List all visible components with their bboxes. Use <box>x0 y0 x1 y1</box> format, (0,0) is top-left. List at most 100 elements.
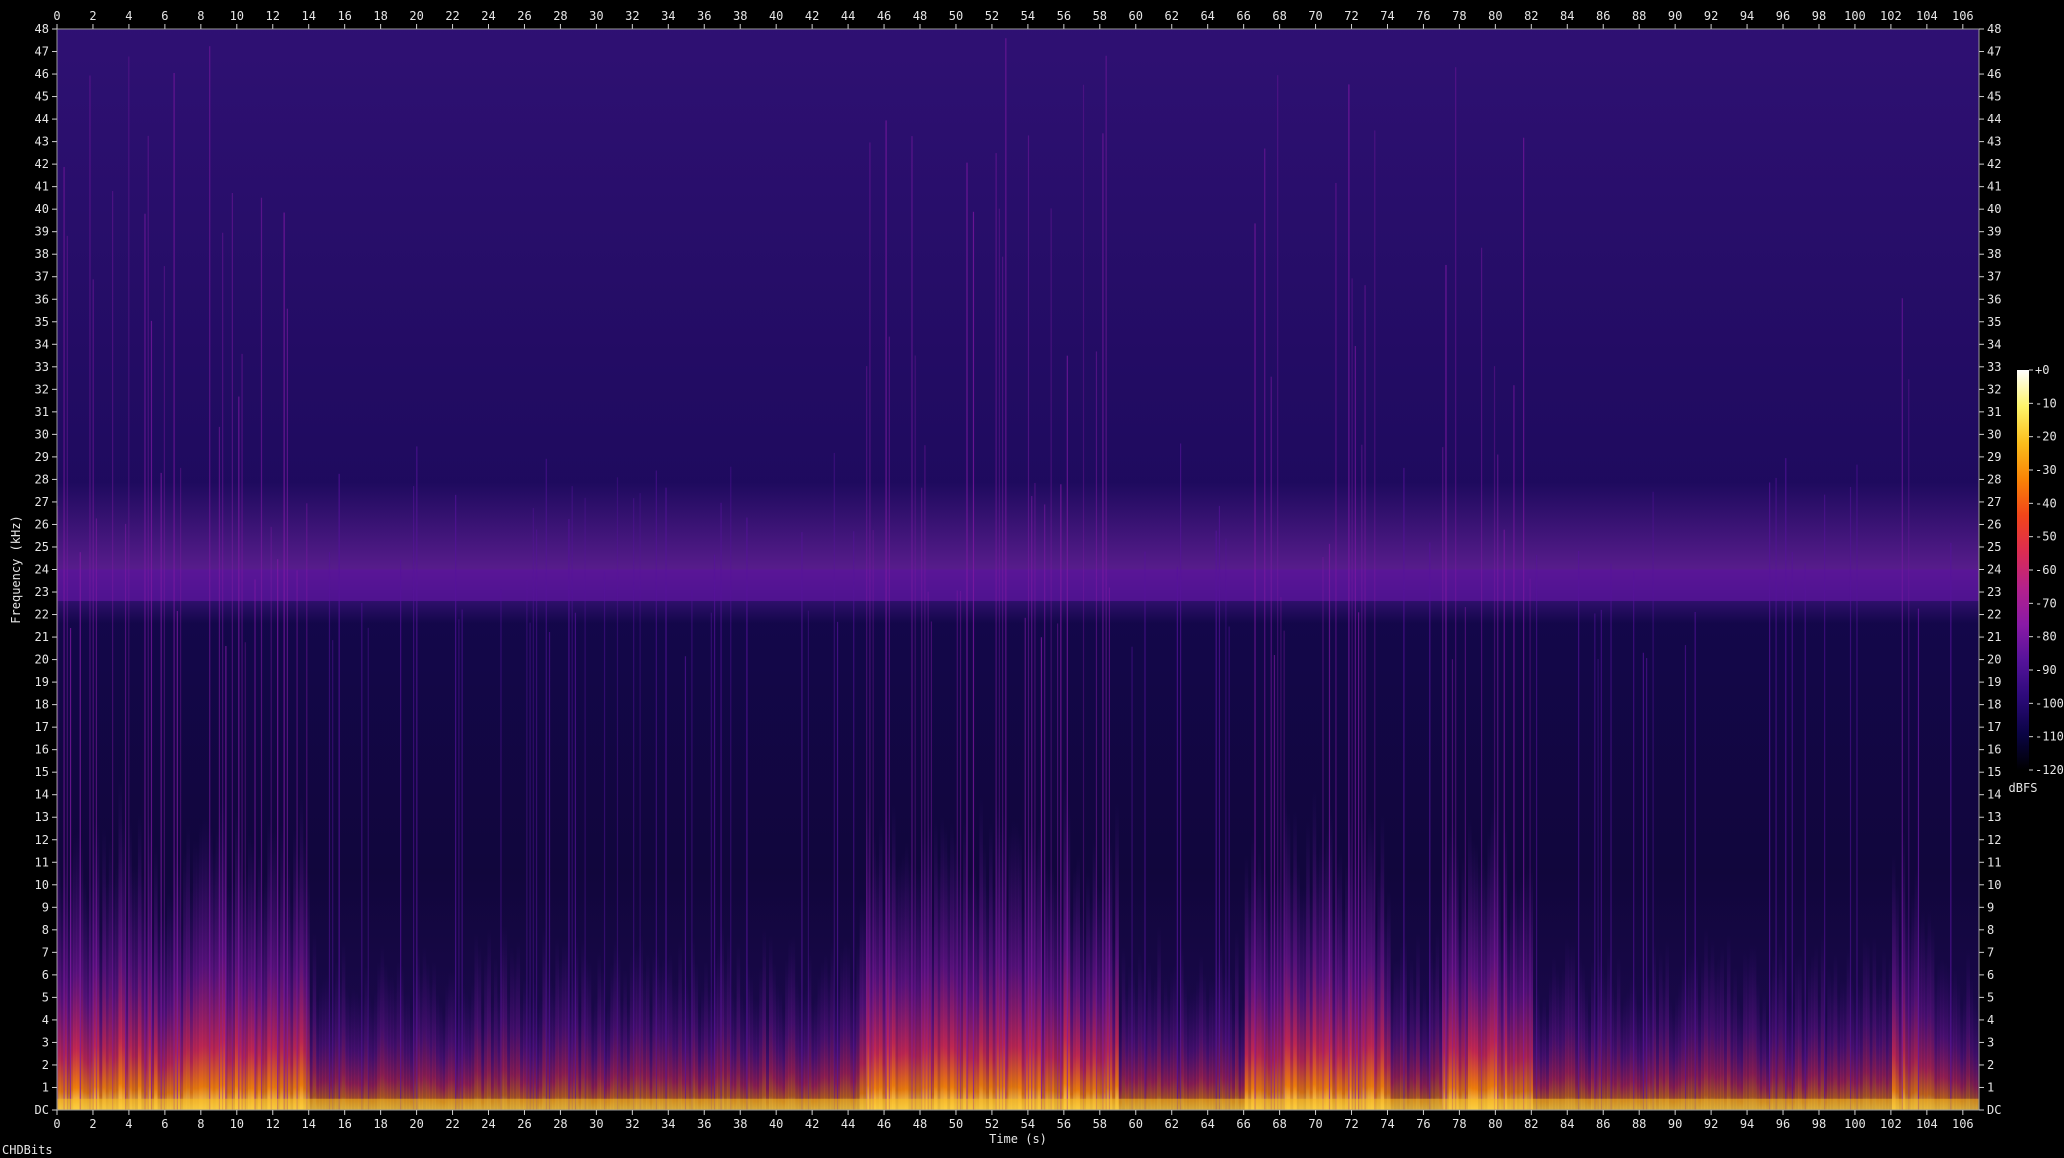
y-tick-label-left: 37 <box>35 270 49 284</box>
energy-column <box>992 885 996 1110</box>
energy-column <box>234 808 239 1110</box>
energy-column <box>1891 854 1896 1110</box>
x-tick-label-top: 34 <box>661 9 675 23</box>
energy-column <box>1409 958 1414 1110</box>
x-tick-label-top: 98 <box>1812 9 1826 23</box>
x-tick-label-bottom: 66 <box>1236 1117 1250 1131</box>
energy-column <box>768 935 773 1110</box>
energy-column <box>1150 984 1155 1110</box>
x-tick-label-bottom: 88 <box>1632 1117 1646 1131</box>
spectral-streak <box>128 56 130 1110</box>
energy-column <box>1021 907 1025 1110</box>
spectral-streak <box>332 640 334 1110</box>
energy-column <box>1658 950 1663 1110</box>
energy-column <box>772 962 776 1110</box>
energy-column <box>558 959 563 1110</box>
energy-column <box>1183 980 1187 1110</box>
spectral-streak <box>1652 491 1654 1111</box>
x-tick-label-top: 82 <box>1524 9 1538 23</box>
spectral-streak <box>1351 278 1353 1110</box>
energy-column <box>820 962 825 1110</box>
x-tick-label-bottom: 10 <box>230 1117 244 1131</box>
energy-column <box>1290 870 1294 1110</box>
spectral-streak <box>1493 366 1496 1111</box>
energy-column <box>435 993 440 1110</box>
energy-column <box>652 950 657 1110</box>
x-tick-label-bottom: 36 <box>697 1117 711 1131</box>
energy-column <box>701 987 705 1110</box>
energy-column <box>1147 962 1152 1110</box>
spectral-streak <box>1144 551 1146 1110</box>
spectral-streak <box>1578 551 1580 1110</box>
energy-column <box>1490 809 1495 1110</box>
y-tick-label-left: 38 <box>35 247 49 261</box>
energy-column <box>1115 803 1119 1110</box>
y-tick-label-right: 19 <box>1987 675 2001 689</box>
energy-column <box>183 850 187 1110</box>
energy-column <box>1836 991 1841 1110</box>
x-tick-label-top: 24 <box>481 9 495 23</box>
energy-column <box>1235 929 1239 1110</box>
energy-column <box>623 969 627 1110</box>
energy-column <box>1574 993 1579 1110</box>
energy-column <box>1241 998 1246 1110</box>
energy-column <box>1665 940 1669 1110</box>
y-tick-label-right: 41 <box>1987 180 2001 194</box>
energy-column <box>1532 993 1537 1110</box>
y-tick-label-left: 46 <box>35 67 49 81</box>
energy-column <box>1400 941 1404 1110</box>
energy-column <box>1306 821 1310 1110</box>
y-tick-label-right: 40 <box>1987 202 2001 216</box>
spectral-streak <box>1503 529 1505 1110</box>
energy-column <box>442 1012 446 1110</box>
x-tick-label-top: 74 <box>1380 9 1394 23</box>
spectral-streak <box>655 470 657 1110</box>
spectral-streak <box>1034 482 1036 1111</box>
spectral-streak <box>1529 578 1531 1110</box>
x-tick-label-top: 16 <box>337 9 351 23</box>
energy-column <box>581 938 585 1110</box>
y-tick-label-right: 16 <box>1987 743 2001 757</box>
x-tick-label-bottom: 46 <box>877 1117 891 1131</box>
energy-column <box>154 845 158 1110</box>
energy-column <box>1927 910 1932 1110</box>
energy-column <box>1756 980 1760 1110</box>
energy-column <box>1888 957 1893 1110</box>
energy-column <box>765 1012 770 1110</box>
energy-column <box>1798 952 1802 1110</box>
spectral-streak <box>972 211 975 1111</box>
energy-column <box>1882 947 1886 1110</box>
x-tick-label-top: 20 <box>409 9 423 23</box>
energy-column <box>293 830 297 1110</box>
energy-column <box>1312 790 1317 1110</box>
y-tick-label-right: 20 <box>1987 653 2001 667</box>
x-tick-label-bottom: 26 <box>517 1117 531 1131</box>
colorbar-gradient <box>2017 370 2029 770</box>
energy-column <box>1620 1004 1624 1110</box>
spectral-streak <box>1849 486 1852 1110</box>
y-tick-label-left: 39 <box>35 225 49 239</box>
energy-column <box>1701 959 1705 1110</box>
energy-column <box>707 987 712 1110</box>
spectral-streak <box>1348 84 1350 1111</box>
y-tick-label-left: 29 <box>35 450 49 464</box>
x-tick-label-top: 50 <box>949 9 963 23</box>
y-tick-label-right: 18 <box>1987 698 2001 712</box>
x-tick-label-bottom: 72 <box>1344 1117 1358 1131</box>
y-tick-label-right: 27 <box>1987 495 2001 509</box>
spectral-streak <box>1791 552 1793 1110</box>
energy-column <box>196 841 200 1110</box>
x-tick-label-bottom: 50 <box>949 1117 963 1131</box>
x-tick-label-bottom: 22 <box>445 1117 459 1131</box>
spectral-streak <box>807 610 810 1110</box>
x-tick-label-top: 46 <box>877 9 891 23</box>
spectral-streak <box>885 120 887 1111</box>
energy-column <box>1011 820 1016 1110</box>
y-tick-label-left: 27 <box>35 495 49 509</box>
energy-column <box>969 873 974 1110</box>
spectral-streak <box>1464 607 1466 1110</box>
x-tick-label-bottom: 102 <box>1880 1117 1902 1131</box>
energy-column <box>1545 1011 1550 1110</box>
energy-column <box>824 953 828 1110</box>
energy-column <box>1406 1004 1411 1110</box>
